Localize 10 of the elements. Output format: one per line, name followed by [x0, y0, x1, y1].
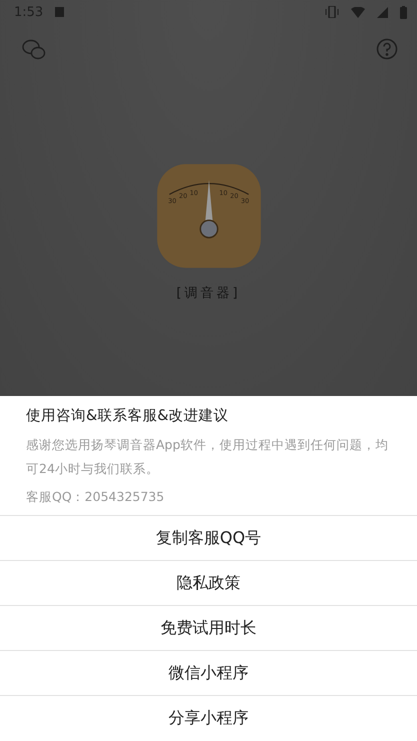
battery-icon	[400, 6, 407, 18]
signal-icon	[377, 6, 388, 18]
contact-qq: 客服QQ：2054325735	[26, 488, 166, 506]
notification-icon	[55, 7, 64, 17]
sheet-title: 使用咨询&联系客服&改进建议	[26, 406, 230, 426]
sheet-message: 感谢您选用扬琴调音器App软件，使用过程中遇到任何问题，均可24小时与我们联系。	[26, 436, 390, 478]
chat-icon[interactable]	[22, 38, 46, 62]
vibrate-icon	[325, 6, 339, 18]
help-icon[interactable]	[376, 38, 400, 62]
wifi-icon	[351, 6, 365, 18]
